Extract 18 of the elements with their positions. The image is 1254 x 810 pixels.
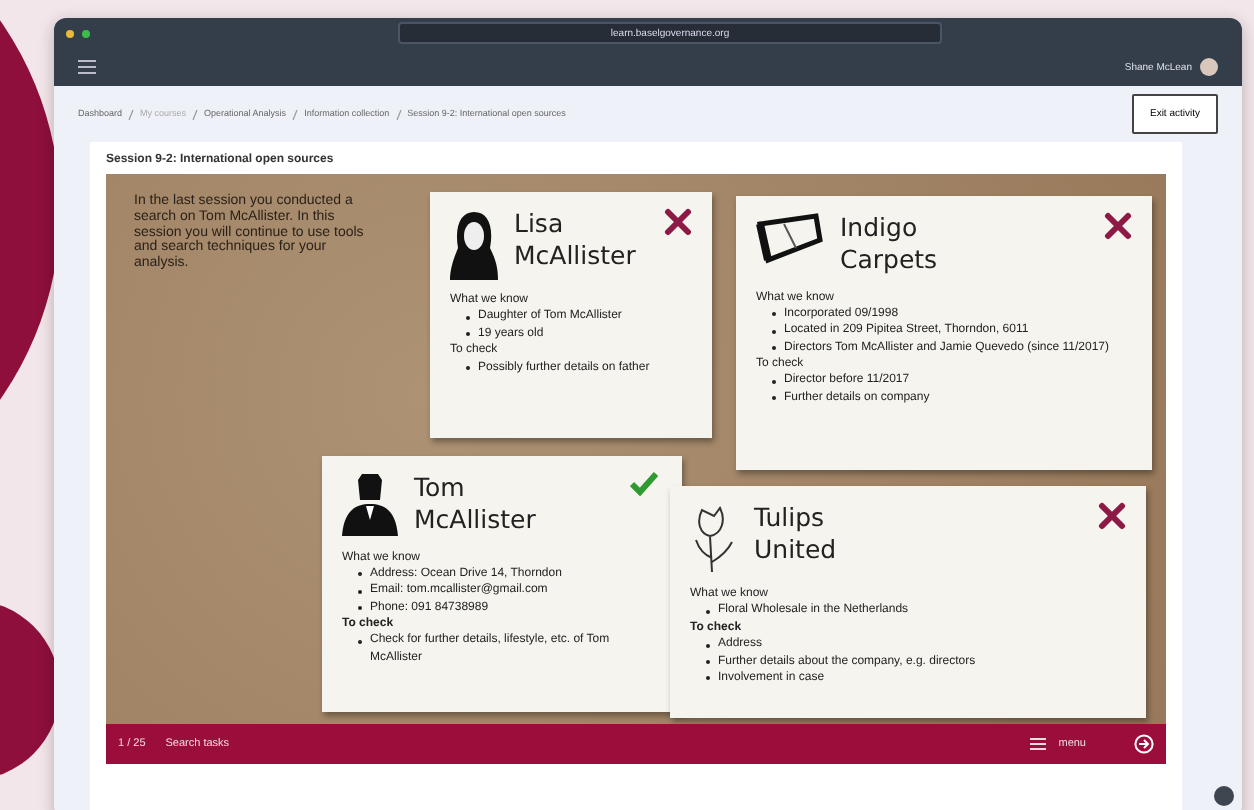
scroll-top-button[interactable] bbox=[1214, 786, 1234, 806]
slash-icon bbox=[192, 109, 199, 119]
card-title: Lisa McAllister bbox=[514, 208, 636, 273]
slash-icon bbox=[395, 109, 402, 119]
menu-icon[interactable] bbox=[78, 60, 96, 74]
avatar-icon[interactable] bbox=[1200, 58, 1218, 76]
card-title: Indigo Carpets bbox=[840, 212, 938, 277]
menu-icon[interactable] bbox=[1030, 738, 1047, 750]
slash-icon bbox=[292, 109, 299, 119]
card-title: Tulips United bbox=[754, 502, 837, 567]
woman-portrait-icon bbox=[450, 208, 498, 280]
man-portrait-icon bbox=[342, 472, 398, 536]
card-title: Tom McAllister bbox=[414, 472, 536, 537]
note-card[interactable] bbox=[736, 196, 1152, 470]
slash-icon bbox=[128, 109, 135, 119]
tulip-icon bbox=[690, 502, 738, 574]
next-arrow-icon[interactable] bbox=[1134, 734, 1154, 754]
rolled-carpet-icon bbox=[756, 212, 824, 264]
